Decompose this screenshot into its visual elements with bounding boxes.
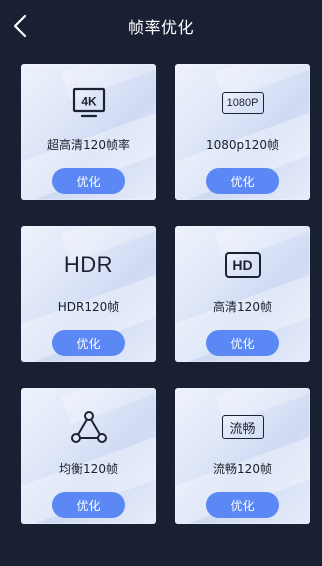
- 4k-icon: 4K: [21, 86, 156, 120]
- option-card-4k: 4K 超高清120帧率 优化: [21, 64, 156, 200]
- page-title: 帧率优化: [127, 18, 194, 37]
- optimize-button[interactable]: 优化: [206, 492, 279, 518]
- header: 帧率优化: [0, 0, 322, 52]
- 1080p-icon: 1080P: [175, 86, 310, 120]
- option-card-smooth: 流畅 流畅120帧 优化: [175, 388, 310, 524]
- frame-rate-optimization-screen: 帧率优化 4K 超高清120帧率 优化 1080P 1080p120帧 优化 H: [0, 0, 322, 566]
- card-label: 流畅120帧: [213, 462, 272, 476]
- optimize-button[interactable]: 优化: [52, 492, 125, 518]
- card-label: HDR120帧: [57, 300, 120, 314]
- balance-triangle-icon: [21, 410, 156, 444]
- card-label: 超高清120帧率: [47, 138, 130, 152]
- option-card-balance: 均衡120帧 优化: [21, 388, 156, 524]
- smooth-icon: 流畅: [175, 410, 310, 444]
- optimize-button[interactable]: 优化: [206, 330, 279, 356]
- option-card-1080p: 1080P 1080p120帧 优化: [175, 64, 310, 200]
- hd-icon: HD: [175, 248, 310, 282]
- hdr-icon: HDR: [63, 252, 114, 277]
- optimize-button[interactable]: 优化: [52, 330, 125, 356]
- optimize-button[interactable]: 优化: [206, 168, 279, 194]
- option-card-hdr: HDR HDR120帧 优化: [21, 226, 156, 362]
- card-label: 均衡120帧: [59, 462, 118, 476]
- optimize-button[interactable]: 优化: [52, 168, 125, 194]
- options-grid: 4K 超高清120帧率 优化 1080P 1080p120帧 优化 HDR HD…: [21, 64, 310, 524]
- svg-text:4K: 4K: [81, 95, 97, 109]
- card-label: 高清120帧: [213, 300, 272, 314]
- option-card-hd: HD 高清120帧 优化: [175, 226, 310, 362]
- card-label: 1080p120帧: [205, 138, 280, 152]
